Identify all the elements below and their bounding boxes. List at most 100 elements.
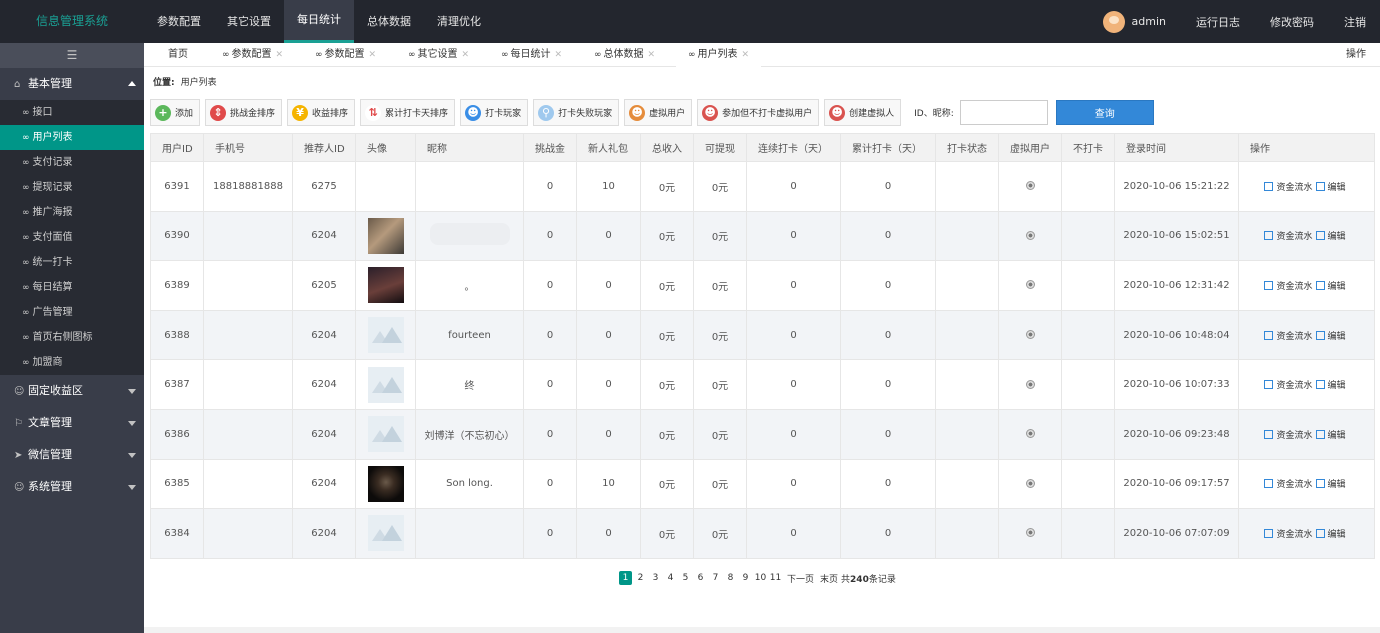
fund-flow-link[interactable]: 资金流水 [1276, 282, 1312, 292]
sidebar-item-denominations[interactable]: ∞ 支付面值 [0, 225, 144, 250]
tab-user-list[interactable]: ∞ 用户列表 ✕ [676, 43, 762, 67]
page-number[interactable]: 4 [664, 571, 677, 585]
cell-user-id: 6388 [150, 309, 204, 361]
link-icon: ∞ [408, 50, 416, 60]
fund-flow-link[interactable]: 资金流水 [1276, 332, 1312, 342]
sidebar-group-system[interactable]: ☺ 系统管理 [0, 471, 144, 503]
edit-link[interactable]: 编辑 [1328, 381, 1346, 391]
sidebar-group-fixed-income[interactable]: ☺ 固定收益区 [0, 375, 144, 407]
virtual-user-radio[interactable] [1025, 230, 1035, 240]
logout-link[interactable]: 注销 [1344, 14, 1366, 30]
edit-link[interactable]: 编辑 [1328, 530, 1346, 540]
sidebar-item-ads[interactable]: ∞ 广告管理 [0, 300, 144, 325]
sidebar-group-wechat[interactable]: ➤ 微信管理 [0, 439, 144, 471]
edit-link[interactable]: 编辑 [1328, 183, 1346, 193]
failed-players-button[interactable]: ⚲ 打卡失败玩家 [533, 99, 620, 126]
run-log-link[interactable]: 运行日志 [1196, 14, 1240, 30]
topnav-item-daily[interactable]: 每日统计 [284, 0, 354, 43]
fund-flow-link[interactable]: 资金流水 [1276, 232, 1312, 242]
sidebar-item-user-list[interactable]: ∞ 用户列表 [0, 125, 144, 150]
virtual-user-icon: ☻ [629, 104, 646, 121]
edit-link[interactable]: 编辑 [1328, 480, 1346, 490]
page-number[interactable]: 9 [739, 571, 752, 585]
fund-flow-link[interactable]: 资金流水 [1276, 530, 1312, 540]
sort-checkin-days-button[interactable]: ⇅ 累计打卡天排序 [360, 99, 456, 126]
tab-params-1[interactable]: ∞ 参数配置 ✕ [222, 43, 283, 67]
tab-daily-stats[interactable]: ∞ 每日统计 ✕ [501, 43, 562, 67]
create-virtual-button[interactable]: ☻ 创建虚拟人 [824, 99, 902, 126]
page-number[interactable]: 11 [769, 571, 782, 585]
virtual-no-checkin-button[interactable]: ☻ 参加但不打卡虚拟用户 [697, 99, 820, 126]
sidebar-item-withdrawals[interactable]: ∞ 提现记录 [0, 175, 144, 200]
close-icon[interactable]: ✕ [369, 50, 377, 60]
tab-other-settings[interactable]: ∞ 其它设置 ✕ [408, 43, 469, 67]
sidebar-item-franchise[interactable]: ∞ 加盟商 [0, 350, 144, 375]
edit-link[interactable]: 编辑 [1328, 431, 1346, 441]
next-page-link[interactable]: 下一页 [787, 572, 814, 585]
change-password-link[interactable]: 修改密码 [1270, 14, 1314, 30]
close-icon[interactable]: ✕ [742, 50, 750, 60]
virtual-user-radio[interactable] [1025, 429, 1035, 439]
page-number[interactable]: 5 [679, 571, 692, 585]
sort-challenge-button[interactable]: ⇕ 挑战金排序 [205, 99, 283, 126]
sidebar-item-api[interactable]: ∞ 接口 [0, 100, 144, 125]
close-icon[interactable]: ✕ [555, 50, 563, 60]
page-number[interactable]: 10 [754, 571, 767, 585]
page-number[interactable]: 1 [619, 571, 632, 585]
virtual-user-radio[interactable] [1025, 181, 1035, 191]
checkin-players-button[interactable]: ☻ 打卡玩家 [460, 99, 529, 126]
page-number[interactable]: 6 [694, 571, 707, 585]
close-icon[interactable]: ✕ [276, 50, 284, 60]
topnav-item-overall[interactable]: 总体数据 [354, 0, 424, 43]
virtual-user-radio[interactable] [1025, 330, 1035, 340]
virtual-users-button[interactable]: ☻ 虚拟用户 [624, 99, 693, 126]
query-button[interactable]: 查询 [1055, 100, 1154, 125]
fund-flow-link[interactable]: 资金流水 [1276, 480, 1312, 490]
virtual-user-radio[interactable] [1025, 280, 1035, 290]
cell-total-checkin: 0 [840, 309, 936, 361]
add-button[interactable]: + 添加 [150, 99, 201, 126]
page-number[interactable]: 8 [724, 571, 737, 585]
sidebar-item-label: 用户列表 [32, 132, 73, 143]
user-avatar[interactable] [1102, 10, 1125, 33]
tab-params-2[interactable]: ∞ 参数配置 ✕ [315, 43, 376, 67]
last-page-link[interactable]: 末页 [820, 572, 838, 585]
fund-flow-link[interactable]: 资金流水 [1276, 183, 1312, 193]
cell-streak: 0 [746, 161, 841, 212]
cell-income: 0元 [640, 210, 694, 262]
sidebar-item-payments[interactable]: ∞ 支付记录 [0, 150, 144, 175]
edit-link[interactable]: 编辑 [1328, 232, 1346, 242]
topnav-item-cleanup[interactable]: 清理优化 [424, 0, 494, 43]
edit-link[interactable]: 编辑 [1328, 332, 1346, 342]
tab-home[interactable]: 首页 [168, 43, 188, 67]
users-icon: ☻ [465, 104, 482, 121]
column-header: 昵称 [415, 133, 524, 162]
virtual-user-radio[interactable] [1025, 528, 1035, 538]
sidebar-item-home-icons[interactable]: ∞ 首页右侧图标 [0, 325, 144, 350]
page-number[interactable]: 2 [634, 571, 647, 585]
page-number[interactable]: 3 [649, 571, 662, 585]
sidebar-item-posters[interactable]: ∞ 推广海报 [0, 200, 144, 225]
sidebar-group-articles[interactable]: ⚐ 文章管理 [0, 407, 144, 439]
fund-flow-link[interactable]: 资金流水 [1276, 431, 1312, 441]
sort-income-button[interactable]: ¥ 收益排序 [287, 99, 356, 126]
topnav-item-params[interactable]: 参数配置 [144, 0, 214, 43]
virtual-user-radio[interactable] [1025, 379, 1035, 389]
topnav-item-other[interactable]: 其它设置 [214, 0, 284, 43]
tab-overall-data[interactable]: ∞ 总体数据 ✕ [594, 43, 655, 67]
sidebar-group-basic[interactable]: ⌂ 基本管理 [0, 68, 144, 100]
page-number[interactable]: 7 [709, 571, 722, 585]
cell-challenge: 0 [523, 408, 577, 460]
fund-flow-link[interactable]: 资金流水 [1276, 381, 1312, 391]
search-input[interactable] [959, 100, 1048, 125]
sidebar-item-unified-checkin[interactable]: ∞ 统一打卡 [0, 250, 144, 275]
user-name[interactable]: admin [1132, 15, 1166, 28]
close-icon[interactable]: ✕ [462, 50, 470, 60]
edit-link[interactable]: 编辑 [1328, 282, 1346, 292]
sidebar-item-daily-settlement[interactable]: ∞ 每日结算 [0, 275, 144, 300]
cell-checkin-status [935, 508, 999, 559]
virtual-user-radio[interactable] [1025, 478, 1035, 488]
menu-icon[interactable]: ☰ [0, 43, 144, 68]
tab-operations[interactable]: 操作 [1346, 43, 1366, 67]
close-icon[interactable]: ✕ [648, 50, 656, 60]
